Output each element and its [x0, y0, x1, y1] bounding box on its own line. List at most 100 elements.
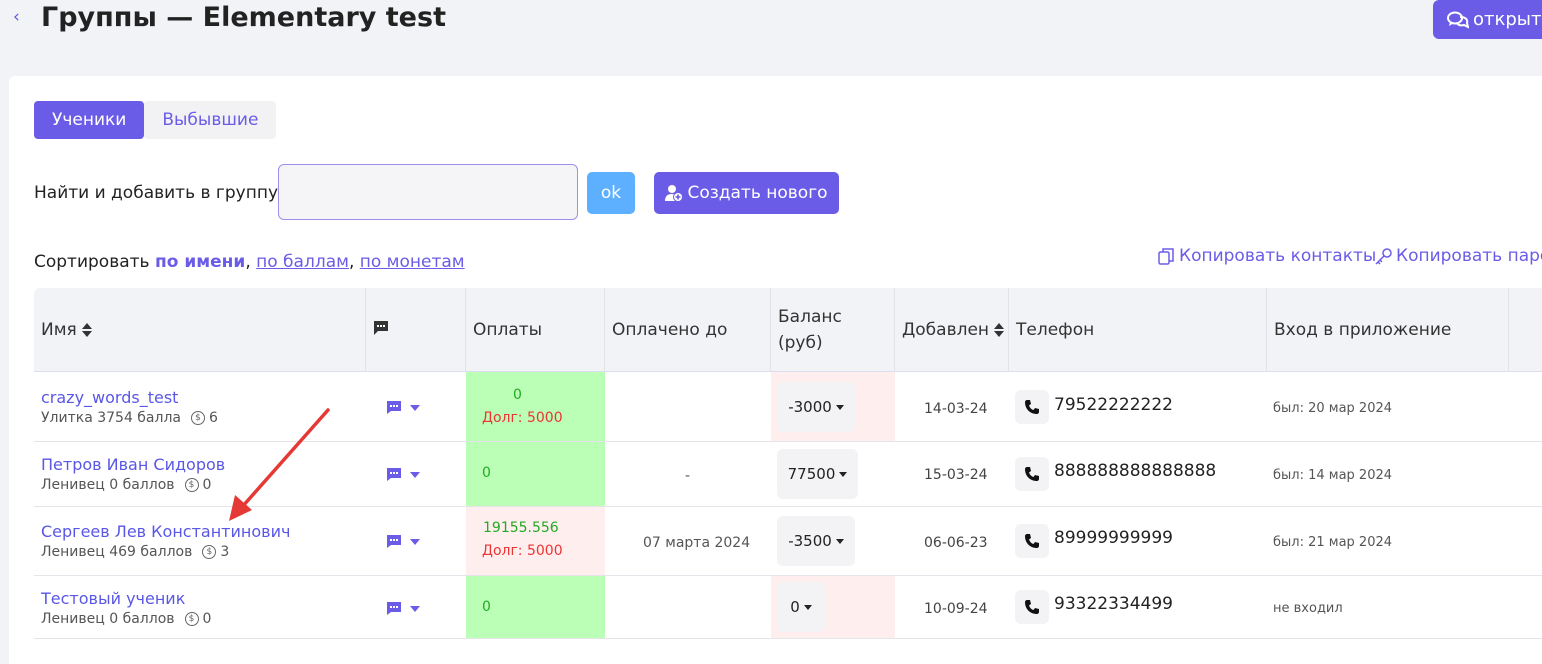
tab-students[interactable]: Ученики — [34, 101, 145, 139]
message-icon — [387, 468, 401, 481]
ok-button[interactable]: ok — [587, 172, 635, 214]
coin-icon: $ — [191, 411, 205, 425]
more-options-icon[interactable]: ⋮ — [1534, 392, 1542, 416]
key-icon — [1375, 247, 1392, 265]
balance-value: -3000 — [788, 398, 832, 416]
sort-icon — [994, 323, 1005, 337]
balance-cell: -3000 — [771, 372, 895, 441]
message-icon — [387, 535, 401, 548]
find-student-input[interactable] — [278, 164, 578, 220]
phone-call-button[interactable] — [1015, 590, 1049, 624]
copy-contacts-link[interactable]: Копировать контакты — [1157, 246, 1376, 266]
message-icon — [387, 602, 401, 615]
student-rank-text: Ленивец 469 баллов — [41, 544, 193, 560]
coin-icon: $ — [202, 545, 217, 559]
added-date: 06-06-23 — [924, 535, 988, 551]
student-name-link[interactable]: crazy_words_test — [41, 388, 178, 407]
header-name[interactable]: Имя — [34, 288, 366, 372]
added-date: 10-09-24 — [924, 601, 988, 617]
chat-bubbles-icon — [1447, 11, 1469, 29]
balance-dropdown[interactable]: -3000 — [777, 382, 855, 432]
header-paid-until: Оплачено до — [605, 288, 771, 372]
coin-icon: $ — [184, 612, 199, 626]
student-name-link[interactable]: Сергеев Лев Константинович — [41, 522, 290, 541]
phone-icon — [1025, 400, 1039, 414]
student-rank-text: Улитка 3754 балла — [41, 410, 181, 426]
message-dropdown[interactable] — [386, 400, 420, 415]
payment-amount: 0 — [482, 465, 491, 481]
sort-by-name-link[interactable]: по имени — [155, 252, 245, 272]
debt-amount: Долг: 5000 — [482, 410, 563, 426]
student-name-link[interactable]: Петров Иван Сидоров — [41, 455, 225, 474]
phone-call-button[interactable] — [1015, 457, 1049, 491]
balance-cell: 0 — [771, 576, 895, 638]
phone-number: 79522222222 — [1054, 395, 1173, 415]
table-row: Петров Иван Сидоров Ленивец 0 баллов $ 0… — [34, 442, 1542, 507]
message-icon — [374, 321, 388, 335]
header-balance: Баланс (руб) — [771, 288, 895, 372]
header-added[interactable]: Добавлен — [895, 288, 1009, 372]
header-name-label: Имя — [41, 320, 77, 340]
balance-dropdown[interactable]: -3500 — [777, 516, 855, 566]
payment-cell: 0 — [466, 442, 605, 506]
phone-icon — [1025, 534, 1039, 548]
student-coins: 3 — [220, 544, 230, 560]
added-date: 15-03-24 — [924, 467, 988, 483]
open-button-label: открыть — [1473, 9, 1542, 30]
caret-down-icon — [410, 404, 420, 411]
more-options-icon[interactable]: ⋮ — [1534, 526, 1542, 550]
message-dropdown[interactable] — [386, 534, 420, 549]
open-chat-button[interactable]: открыть — [1433, 0, 1542, 39]
phone-call-button[interactable] — [1015, 390, 1049, 424]
caret-down-icon — [835, 538, 844, 544]
sort-row: Сортировать по имени, по баллам, по моне… — [34, 252, 465, 272]
paid-until-date: 07 марта 2024 — [643, 535, 751, 551]
message-icon — [387, 401, 401, 414]
header-payments: Оплаты — [466, 288, 605, 372]
balance-value: 77500 — [787, 465, 836, 483]
balance-value: -3500 — [788, 532, 832, 550]
back-chevron-icon[interactable]: ‹ — [13, 7, 20, 27]
caret-down-icon — [410, 471, 420, 478]
tabs: Ученики Выбывшие — [34, 101, 277, 139]
add-user-icon — [665, 185, 684, 202]
message-dropdown[interactable] — [386, 601, 420, 616]
header-phone: Телефон — [1009, 288, 1267, 372]
caret-down-icon — [835, 404, 844, 410]
sort-by-points-link[interactable]: по баллам — [256, 252, 349, 272]
balance-dropdown[interactable]: 0 — [777, 582, 825, 632]
balance-cell: 77500 — [771, 442, 895, 506]
header-added-label: Добавлен — [902, 320, 990, 340]
header-actions — [1509, 288, 1542, 372]
table-row: Сергеев Лев Константинович Ленивец 469 б… — [34, 507, 1542, 576]
message-dropdown[interactable] — [386, 467, 420, 482]
tab-dropped-out[interactable]: Выбывшие — [144, 101, 277, 139]
balance-cell: -3500 — [771, 507, 895, 575]
sort-separator: , — [348, 252, 355, 272]
more-options-icon[interactable]: ⋮ — [1534, 459, 1542, 483]
caret-down-icon — [803, 604, 812, 610]
sort-by-coins-link[interactable]: по монетам — [360, 252, 465, 272]
phone-number: 89999999999 — [1054, 528, 1173, 548]
balance-dropdown[interactable]: 77500 — [777, 449, 858, 499]
sort-icon — [81, 323, 92, 337]
header-app-login: Вход в приложение — [1267, 288, 1509, 372]
sort-separator: , — [245, 252, 251, 272]
create-new-label: Создать нового — [687, 183, 828, 203]
last-login: был: 14 мар 2024 — [1273, 468, 1393, 483]
payment-cell: 19155.556 Долг: 5000 — [466, 507, 605, 575]
create-new-button[interactable]: Создать нового — [654, 172, 839, 214]
copy-passwords-link[interactable]: Копировать паро — [1374, 246, 1542, 266]
header-balance-line2: (руб) — [778, 333, 823, 353]
payment-amount: 0 — [513, 387, 522, 403]
last-login: был: 20 мар 2024 — [1273, 401, 1393, 416]
table-header: Имя Оплаты Оплачено до Баланс (руб) Доба… — [34, 288, 1542, 372]
payment-amount: 19155.556 — [483, 520, 559, 536]
paid-until-date: - — [685, 468, 691, 484]
student-name-link[interactable]: Тестовый ученик — [41, 589, 185, 608]
student-rank: Ленивец 0 баллов $ 0 — [41, 611, 211, 627]
table-row: crazy_words_test Улитка 3754 балла $ 6 0… — [34, 372, 1542, 442]
phone-call-button[interactable] — [1015, 524, 1049, 558]
student-coins: 6 — [209, 410, 218, 426]
more-options-icon[interactable]: ⋮ — [1534, 592, 1542, 616]
